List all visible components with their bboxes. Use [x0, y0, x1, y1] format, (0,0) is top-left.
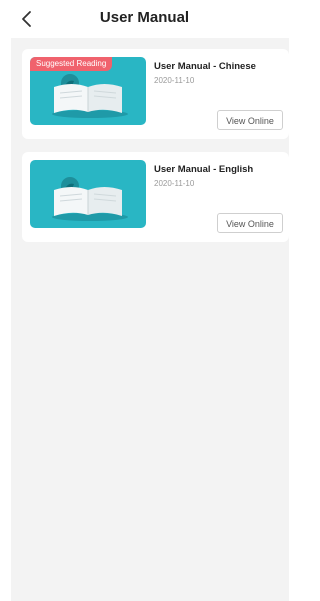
suggested-badge: Suggested Reading: [30, 57, 113, 71]
page-title: User Manual: [99, 9, 190, 26]
manual-title: User Manual - Chinese: [154, 61, 256, 72]
view-online-button[interactable]: View Online: [217, 110, 283, 130]
manual-thumbnail: [30, 160, 146, 228]
view-online-button[interactable]: View Online: [217, 213, 283, 233]
header-bar: User Manual: [0, 0, 289, 38]
manual-date: 2020-11-10: [154, 76, 195, 85]
manual-card-chinese[interactable]: Suggested Reading User Manual - Chinese …: [22, 49, 289, 139]
manual-list: Suggested Reading User Manual - Chinese …: [11, 38, 289, 601]
open-book-icon: [52, 177, 128, 221]
manual-title: User Manual - English: [154, 164, 254, 175]
manual-thumbnail: Suggested Reading: [30, 57, 146, 125]
manual-date: 2020-11-10: [154, 179, 195, 188]
manual-card-english[interactable]: User Manual - English 2020-11-10 View On…: [22, 152, 289, 242]
